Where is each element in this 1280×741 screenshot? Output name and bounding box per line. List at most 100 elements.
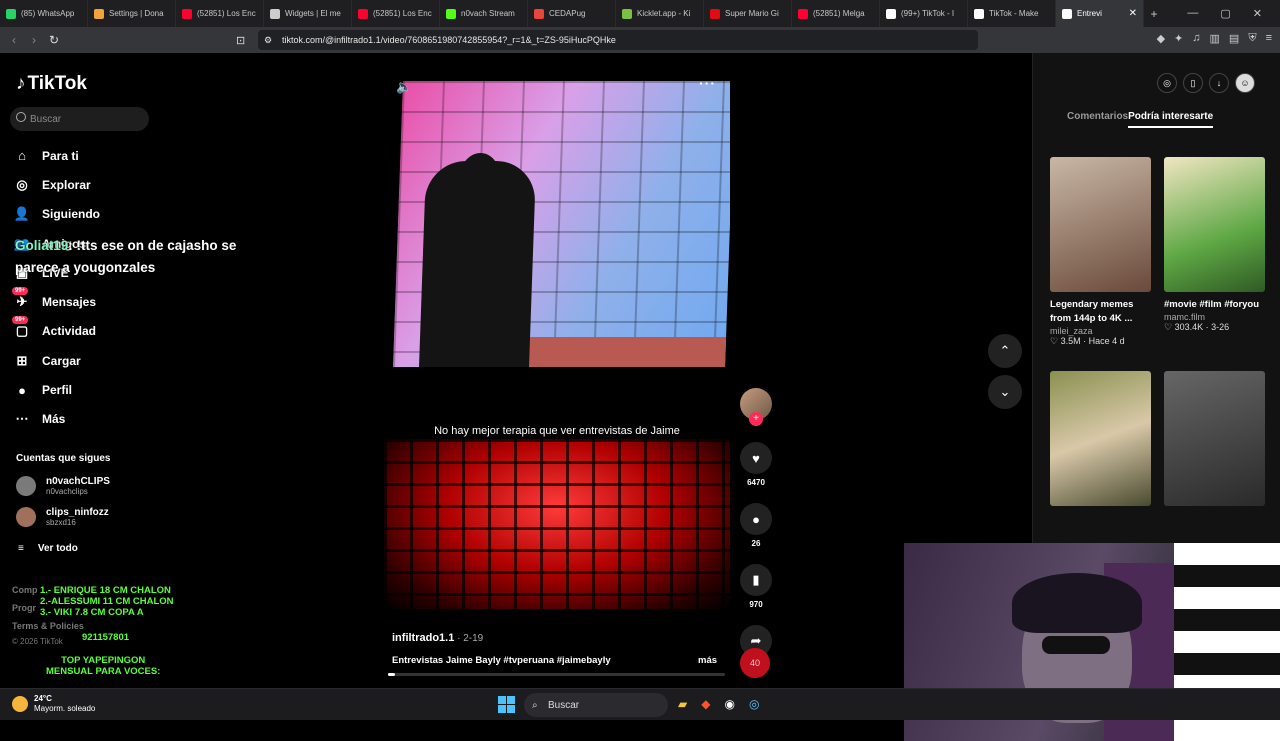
chevron-down-icon: ⌄ — [999, 384, 1011, 399]
sidebar-item-label: Más — [42, 412, 66, 427]
more-button[interactable]: más — [698, 655, 717, 666]
next-video-button[interactable]: ⌄ — [988, 375, 1022, 409]
browser-tab[interactable]: (99+) TikTok - I — [880, 0, 968, 27]
video-author[interactable]: infiltrado1.1 · 2-19 — [392, 632, 483, 644]
suggested-video-card[interactable] — [1164, 371, 1265, 506]
browser-tab[interactable]: Kicklet.app - Ki — [616, 0, 704, 27]
music-disc-button[interactable]: 40 — [740, 648, 770, 678]
previous-video-button[interactable]: ⌃ — [988, 334, 1022, 368]
logo-text: TikTok — [27, 73, 87, 94]
save-button[interactable]: ▮ — [740, 564, 772, 596]
tab-comments[interactable]: Comentarios — [1067, 111, 1128, 128]
browser-tab[interactable]: (52851) Los Enc — [176, 0, 264, 27]
sidebar-item-explorar[interactable]: ◎ Explorar — [14, 170, 144, 199]
see-all-button[interactable]: ≡ Ver todo — [18, 543, 78, 554]
wallet-icon[interactable]: ▤ — [1229, 32, 1239, 45]
url-field[interactable]: ⚙ tiktok.com/@infiltrado1.1/video/760865… — [258, 30, 978, 50]
sidebar-item-actividad[interactable]: ▢ 99+ Actividad — [12, 316, 144, 346]
steam-icon[interactable]: ◎ — [749, 697, 759, 711]
sidebar-item-siguiendo[interactable]: 👤 Siguiendo — [14, 200, 144, 229]
obs-icon[interactable]: ◉ — [724, 697, 734, 711]
followed-account[interactable]: clips_ninfozz sbzxd16 — [16, 507, 109, 527]
download-icon[interactable]: ↓ — [1209, 73, 1229, 93]
stream-chat-overlay: Goliat19: !tts ese on de cajasho se pare… — [15, 235, 275, 279]
comment-icon: ● — [752, 511, 760, 527]
weather-widget[interactable]: 24°C Mayorm. soleado — [12, 694, 95, 714]
tiktok-logo[interactable]: ♪ TikTok — [16, 73, 87, 95]
puzzle-icon[interactable]: ✦ — [1174, 32, 1183, 45]
folder-icon[interactable]: ▰ — [678, 697, 687, 711]
top-line: TOP YAPEPINGON — [61, 655, 146, 666]
taskbar-search[interactable]: ⌕ Buscar — [524, 693, 668, 717]
new-tab-button[interactable]: + — [1144, 7, 1164, 21]
sidebar-item-m-s[interactable]: ⋯ Más — [14, 405, 144, 434]
browser-tab[interactable]: TikTok - Make — [968, 0, 1056, 27]
favicon-icon — [182, 8, 192, 19]
video-progress-bar[interactable] — [388, 673, 725, 676]
follow-plus-icon[interactable]: + — [749, 412, 763, 426]
footer-link[interactable]: Terms & Policies — [12, 621, 84, 631]
browser-tab[interactable]: Settings | Dona — [88, 0, 176, 27]
see-all-label: Ver todo — [37, 543, 78, 554]
suggested-video-card[interactable]: Legendary memes from 144p to 4K ... mile… — [1050, 157, 1151, 347]
card-stats: ♡ 303.4K · 3-26 — [1164, 322, 1230, 332]
account-handle: n0vachclips — [46, 487, 88, 496]
address-bar: ‹ › ↻ ⊡ ⚙ tiktok.com/@infiltrado1.1/vide… — [0, 27, 1280, 53]
avatar — [16, 507, 36, 527]
start-button[interactable] — [498, 696, 515, 713]
bookmark-icon[interactable]: ⊡ — [236, 34, 245, 47]
site-info-icon[interactable]: ⚙ — [264, 35, 272, 46]
author-avatar[interactable]: + — [740, 388, 772, 426]
extension-icon[interactable]: ◆ — [1157, 32, 1165, 45]
followed-account[interactable]: n0vachCLIPS n0vachclips — [16, 476, 110, 496]
menu-icon[interactable]: ≡ — [1266, 32, 1272, 45]
close-tab-icon[interactable]: ✕ — [1129, 8, 1137, 19]
sidebar-item-para-ti[interactable]: ⌂ Para ti — [14, 141, 144, 170]
volume-icon[interactable]: 🔈 — [396, 79, 412, 95]
favicon-icon — [358, 8, 368, 19]
sidebar-item-mensajes[interactable]: ✈ 99+ Mensajes — [12, 287, 144, 316]
sidebar-item-label: Mensajes — [42, 295, 97, 310]
favicon-icon — [534, 8, 544, 19]
profile-avatar[interactable]: ☺ — [1235, 73, 1255, 93]
sidebar-item-perfil[interactable]: ● Perfil — [14, 375, 144, 404]
phone-icon[interactable]: ▯ — [1183, 73, 1203, 93]
tab-suggested[interactable]: Podría interesarte — [1128, 111, 1214, 128]
browser-tab[interactable]: Widgets | El me — [264, 0, 352, 27]
suggested-video-card[interactable]: #movie #film #foryou mamc.film ♡ 303.4K … — [1164, 157, 1265, 333]
more-options-icon[interactable]: ··· — [699, 75, 716, 91]
browser-tab[interactable]: Entrevi ✕ — [1056, 0, 1144, 27]
sidebar-item-label: Para ti — [42, 148, 79, 163]
comment-button[interactable]: ● — [740, 503, 772, 535]
sidebar-item-cargar[interactable]: ⊞ Cargar — [14, 346, 144, 375]
minimize-icon[interactable]: — — [1187, 7, 1198, 20]
close-window-icon[interactable]: ✕ — [1253, 7, 1262, 20]
video-description: Entrevistas Jaime Bayly #tvperuana #jaim… — [392, 655, 611, 666]
compass-icon[interactable]: ◎ — [1157, 73, 1177, 93]
music-icon[interactable]: ♫ — [1192, 32, 1200, 45]
card-title: #movie #film #foryou — [1164, 299, 1260, 310]
like-button[interactable]: ♥ — [740, 442, 772, 474]
footer-link[interactable]: Progr — [12, 603, 36, 613]
footer-link[interactable]: Comp — [12, 585, 38, 595]
maximize-icon[interactable]: ▢ — [1220, 7, 1230, 20]
browser-tab[interactable]: (52851) Melga — [792, 0, 880, 27]
favicon-icon — [886, 8, 896, 19]
suggested-video-card[interactable] — [1050, 371, 1151, 506]
sidebar-icon[interactable]: ▥ — [1210, 32, 1220, 45]
panel-tools: ◎ ▯ ↓ ☺ — [1157, 73, 1255, 93]
browser-tab[interactable]: Super Mario Gi — [704, 0, 792, 27]
forward-icon[interactable]: › — [24, 33, 44, 47]
back-icon[interactable]: ‹ — [4, 33, 24, 47]
reload-icon[interactable]: ↻ — [44, 33, 64, 47]
video-thumbnail — [1050, 157, 1151, 292]
shield-icon[interactable]: ⛨ — [1248, 32, 1256, 45]
browser-tab[interactable]: (85) WhatsApp — [0, 0, 88, 27]
brave-icon[interactable]: ◆ — [701, 697, 710, 711]
video-player[interactable]: No hay mejor terapia que ver entrevistas… — [384, 77, 730, 677]
search-input[interactable]: Buscar — [10, 107, 149, 131]
browser-tab[interactable]: CEDAPug — [528, 0, 616, 27]
browser-tab[interactable]: (52851) Los Enc — [352, 0, 440, 27]
author-name: infiltrado1.1 — [392, 632, 455, 644]
browser-tab[interactable]: n0vach Stream — [440, 0, 528, 27]
